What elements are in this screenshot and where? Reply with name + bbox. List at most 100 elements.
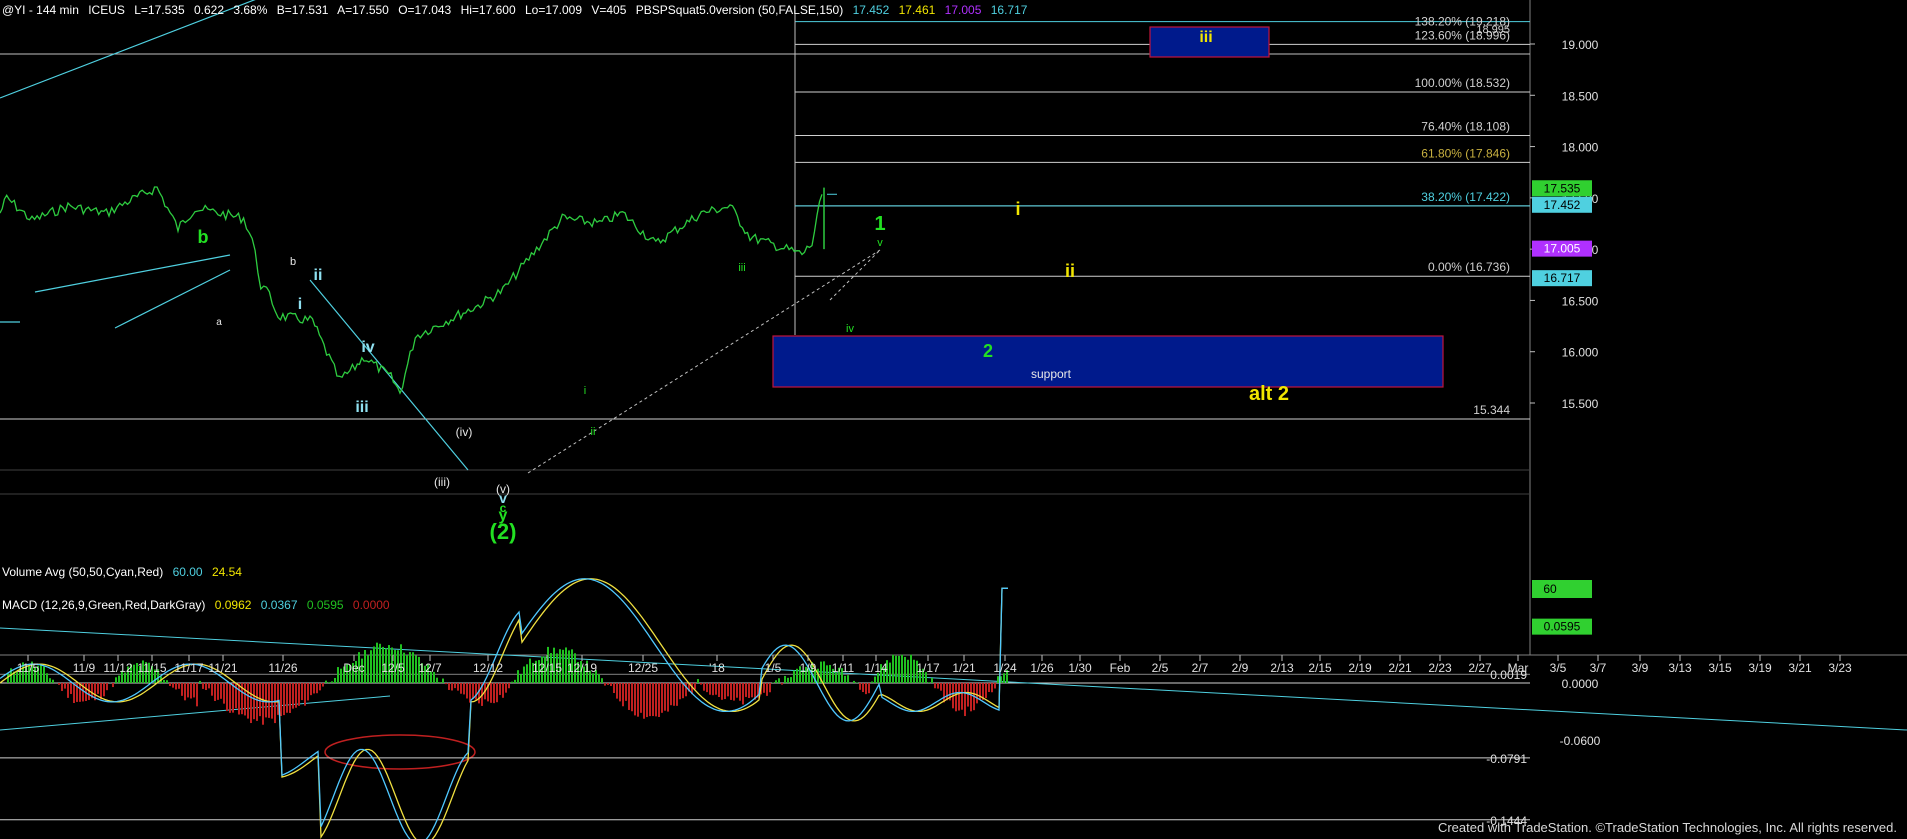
macd-value-4: 0.0000 [352, 598, 390, 612]
price-change: 0.622 [193, 3, 225, 17]
wave-label: i [1015, 199, 1020, 219]
low-price: Lo=17.009 [524, 3, 583, 17]
bid-price: B=17.531 [276, 3, 329, 17]
time-tick-label: Dec [343, 661, 364, 675]
wave-label: iv [846, 323, 854, 335]
exchange-label: ICEUS [88, 3, 125, 17]
time-tick-label: 12/19 [567, 661, 597, 675]
study-value-3: 17.005 [944, 3, 982, 17]
volume-badge-label: 60 [1543, 582, 1557, 596]
time-tick-label: 12/12 [473, 661, 503, 675]
macd-tick-label: 0.0000 [1562, 677, 1599, 691]
fib-level-label: 38.20% (17.422) [1421, 190, 1510, 204]
time-tick-label: 3/9 [1632, 661, 1649, 675]
wave-label: iii [738, 262, 745, 274]
fib-level-label: 61.80% (17.846) [1421, 146, 1510, 160]
time-tick-label: 11/26 [268, 661, 297, 675]
time-tick-label: 3/15 [1708, 661, 1732, 675]
time-tick-label: 2/5 [1152, 661, 1169, 675]
time-tick-label: 1/11 [832, 661, 855, 675]
time-tick-label: 1/24 [993, 661, 1017, 675]
wave-label: alt 2 [1249, 383, 1289, 405]
price-tick-label: 18.500 [1562, 89, 1599, 103]
wave-label: i [584, 385, 586, 397]
wave-label: 1 [874, 213, 885, 235]
wave-label: (iii) [434, 475, 450, 489]
time-tick-label: 11/17 [174, 661, 203, 675]
price-tick-label: 18.000 [1562, 141, 1599, 155]
time-tick-label: 1/14 [864, 661, 888, 675]
time-tick-label: 12/25 [628, 661, 658, 675]
ask-price: A=17.550 [337, 3, 389, 17]
time-tick-label: 2/27 [1468, 661, 1492, 675]
time-tick-label: 12/15 [532, 661, 562, 675]
time-tick-label: 3/5 [1550, 661, 1567, 675]
time-tick-label: 1/5 [765, 661, 782, 675]
wave-label: ii [1065, 261, 1075, 281]
copyright-footer: Created with TradeStation. ©TradeStation… [1437, 820, 1897, 835]
time-tick-label: Feb [1110, 661, 1131, 675]
wave-label: i [298, 296, 302, 313]
volume-header: Volume Avg (50,50,Cyan,Red) 60.00 24.54 [2, 565, 248, 579]
study-value-2: 17.461 [898, 3, 936, 17]
macd-badge-label: 0.0595 [1544, 620, 1581, 634]
support-box [772, 335, 1444, 388]
wave-label: ii [591, 426, 596, 438]
volume-value: V=405 [591, 3, 627, 17]
time-tick-label: 2/9 [1232, 661, 1249, 675]
time-tick-label: 2/7 [1192, 661, 1209, 675]
macd-value-2: 0.0367 [260, 598, 298, 612]
macd-header: MACD (12,26,9,Green,Red,DarkGray) 0.0962… [2, 598, 396, 612]
time-tick-label: 11/15 [137, 661, 166, 675]
wave-label: b [198, 227, 209, 247]
wave-label: iv [361, 339, 374, 356]
fib-level-label: 15.344 [1473, 403, 1510, 417]
fib-level-label: 100.00% (18.532) [1415, 76, 1510, 90]
price-chart[interactable]: 123.60% (18.996)100.00% (18.532)76.40% (… [0, 0, 1907, 839]
price-badge-label: 17.535 [1544, 181, 1581, 195]
high-price: Hi=17.600 [460, 3, 516, 17]
time-tick-label: 2/21 [1388, 661, 1412, 675]
time-tick-label: 11/9 [73, 661, 96, 675]
price-badge-label: 17.452 [1544, 198, 1581, 212]
price-tick-label: 16.000 [1562, 346, 1599, 360]
time-tick-label: 2/15 [1308, 661, 1332, 675]
time-tick-label: 3/13 [1668, 661, 1692, 675]
time-tick-label: 11/12 [103, 661, 132, 675]
macd-tick-label: -0.0791 [1486, 752, 1527, 766]
time-tick-label: 1/21 [952, 661, 976, 675]
volume-avg-value-1: 60.00 [172, 565, 203, 579]
price-badge-label: 17.005 [1544, 242, 1581, 256]
symbol-header: @YI - 144 min ICEUS L=17.535 0.622 3.68%… [2, 3, 1033, 17]
volume-avg-value-2: 24.54 [211, 565, 242, 579]
wave-label: v [877, 237, 883, 249]
time-tick-label: 2/19 [1348, 661, 1372, 675]
time-tick-label: 3/7 [1590, 661, 1607, 675]
time-tick-label: 3/23 [1828, 661, 1852, 675]
price-tick-label: 19.000 [1562, 38, 1599, 52]
volume-avg-label: Volume Avg (50,50,Cyan,Red) [2, 565, 164, 579]
time-tick-label: 11/5 [17, 661, 40, 675]
time-tick-label: 1/9 [800, 661, 817, 675]
wave-label: iii [1199, 29, 1212, 46]
price-tick-label: 16.500 [1562, 294, 1599, 308]
price-tick-label: 15.500 [1562, 397, 1599, 411]
wave-label: support [1031, 367, 1072, 381]
time-tick-label: 11/21 [208, 661, 237, 675]
time-tick-label: '18 [709, 661, 725, 675]
wave-label: a [216, 317, 222, 328]
macd-tick-label: -0.0600 [1560, 734, 1601, 748]
macd-value-3: 0.0595 [306, 598, 344, 612]
wave-label: (2) [490, 519, 517, 544]
wave-label: iii [355, 399, 368, 416]
price-change-pct: 3.68% [233, 3, 268, 17]
time-tick-label: 12/5 [381, 661, 405, 675]
fib-level-extra-label: 18.995 [1476, 24, 1510, 36]
price-badge-label: 16.717 [1544, 271, 1581, 285]
time-tick-label: Mar [1508, 661, 1529, 675]
fib-level-label: 76.40% (18.108) [1421, 119, 1510, 133]
macd-value-1: 0.0962 [214, 598, 252, 612]
wave-label: b [290, 256, 296, 268]
wave-label: (iv) [456, 425, 473, 439]
time-tick-label: 2/23 [1428, 661, 1452, 675]
